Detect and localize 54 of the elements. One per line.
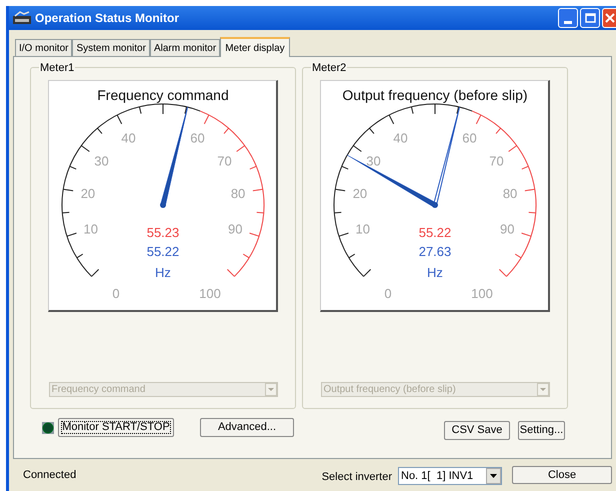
window-title: Operation Status Monitor <box>35 10 179 27</box>
scale-label: 80 <box>502 186 518 202</box>
tab[interactable]: Meter display <box>220 37 290 57</box>
push-button[interactable]: Advanced... <box>200 418 294 437</box>
scale-label: 90 <box>500 221 515 236</box>
needle-hub <box>432 202 438 208</box>
tab[interactable]: Alarm monitor <box>150 39 220 56</box>
unit-label: Hz <box>155 265 171 280</box>
scale-label: 70 <box>217 153 232 168</box>
minimize-button[interactable] <box>558 8 578 28</box>
minimize-icon <box>564 21 572 24</box>
close-icon <box>605 13 615 23</box>
gauge-title: Output frequency (before slip) <box>342 87 528 103</box>
scale-label: 30 <box>366 153 381 168</box>
gauge-reading: 55.22 <box>146 244 180 259</box>
app-icon <box>12 11 32 25</box>
push-button[interactable]: Setting... <box>518 421 565 440</box>
status-lamp-icon <box>42 422 54 434</box>
scale-label: 80 <box>230 186 246 202</box>
scale-label: 40 <box>121 130 136 146</box>
scale-label: 40 <box>393 130 408 146</box>
scale-label: 60 <box>190 130 205 146</box>
gauge-title: Frequency command <box>97 87 229 103</box>
status-text: Connected <box>23 468 76 483</box>
scale-label: 100 <box>199 286 221 301</box>
tab[interactable]: I/O monitor <box>15 39 72 56</box>
scale-label: 70 <box>489 153 504 168</box>
inverter-dropdown[interactable]: No. 1[ 1] INV1 <box>398 467 502 485</box>
scale-label: 60 <box>462 130 477 146</box>
tab[interactable]: System monitor <box>72 39 150 56</box>
scale-label: 0 <box>112 286 120 301</box>
close-button[interactable] <box>602 8 616 28</box>
scale-label: 10 <box>83 221 98 236</box>
scale-label: 20 <box>80 186 96 202</box>
scale-label: 90 <box>228 221 243 236</box>
select-inverter-label: Select inverter <box>322 470 392 485</box>
dropdown-arrow-icon <box>268 388 274 391</box>
push-button[interactable]: CSV Save <box>444 421 510 440</box>
push-button[interactable]: Monitor START/STOP <box>58 418 174 437</box>
scale-label: 0 <box>384 286 392 301</box>
needle-hub <box>160 202 166 208</box>
gauge-reading: 55.22 <box>418 225 452 240</box>
maximize-button[interactable] <box>580 8 600 28</box>
dropdown-arrow-icon <box>540 388 546 391</box>
scale-label: 30 <box>94 153 109 168</box>
scale-label: 10 <box>355 221 370 236</box>
gauge-reading: 55.23 <box>146 225 180 240</box>
maximize-icon <box>584 13 596 23</box>
unit-label: Hz <box>427 265 443 280</box>
scale-label: 100 <box>471 286 493 301</box>
close-button[interactable]: Close <box>512 466 612 484</box>
gauge-reading: 27.63 <box>418 244 452 259</box>
dropdown-arrow-icon <box>490 474 497 478</box>
scale-label: 20 <box>352 186 368 202</box>
